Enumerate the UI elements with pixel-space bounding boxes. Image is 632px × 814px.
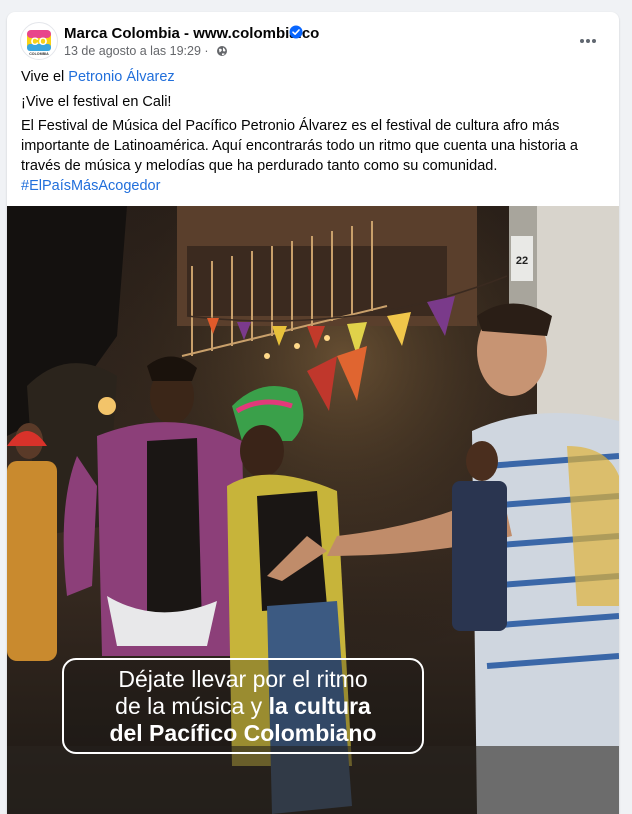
post-intro: Vive el Petronio Álvarez: [21, 67, 605, 87]
petronio-link[interactable]: Petronio Álvarez: [68, 69, 174, 85]
hashtag-line: #ElPaísMásAcogedor: [21, 176, 605, 196]
meta-separator: ·: [204, 44, 209, 58]
page-avatar[interactable]: CO COLOMBIA: [20, 22, 58, 60]
post-meta: 13 de agosto a las 19:29 ·: [64, 44, 228, 58]
caption-line-2-bold: la cultura: [268, 692, 371, 719]
svg-text:22: 22: [516, 255, 528, 267]
globe-icon: [217, 46, 228, 56]
hashtag-link[interactable]: #ElPaísMásAcogedor: [21, 178, 160, 194]
image-caption-box: Déjate llevar por el ritmo de la música …: [62, 658, 424, 754]
intro-text: Vive el: [21, 69, 65, 85]
post-card: CO COLOMBIA Marca Colombia - www.colombi…: [7, 12, 619, 814]
caption-line-2: de la música y la cultura: [115, 693, 371, 720]
caption-line-1: Déjate llevar por el ritmo: [118, 665, 368, 692]
more-options-button[interactable]: [575, 28, 601, 54]
verified-badge-icon: [289, 25, 303, 39]
post-image[interactable]: 22 Déjate llevar por el ritmo de la músi…: [7, 206, 619, 814]
colombia-logo-icon: CO COLOMBIA: [27, 30, 51, 56]
timestamp-link[interactable]: 13 de agosto a las 19:29: [64, 44, 201, 58]
caption-line-2-normal: de la música y: [115, 692, 263, 719]
post-header: CO COLOMBIA Marca Colombia - www.colombi…: [7, 12, 619, 67]
post-body: El Festival de Música del Pacífico Petro…: [21, 118, 578, 174]
svg-text:COLOMBIA: COLOMBIA: [29, 52, 49, 56]
more-options-icon: [580, 39, 596, 43]
caption-line-3: del Pacífico Colombiano: [109, 719, 377, 746]
svg-text:CO: CO: [31, 36, 48, 48]
page-name-link[interactable]: Marca Colombia - www.colombia.co: [64, 25, 319, 42]
post-headline: ¡Vive el festival en Cali!: [21, 94, 172, 110]
